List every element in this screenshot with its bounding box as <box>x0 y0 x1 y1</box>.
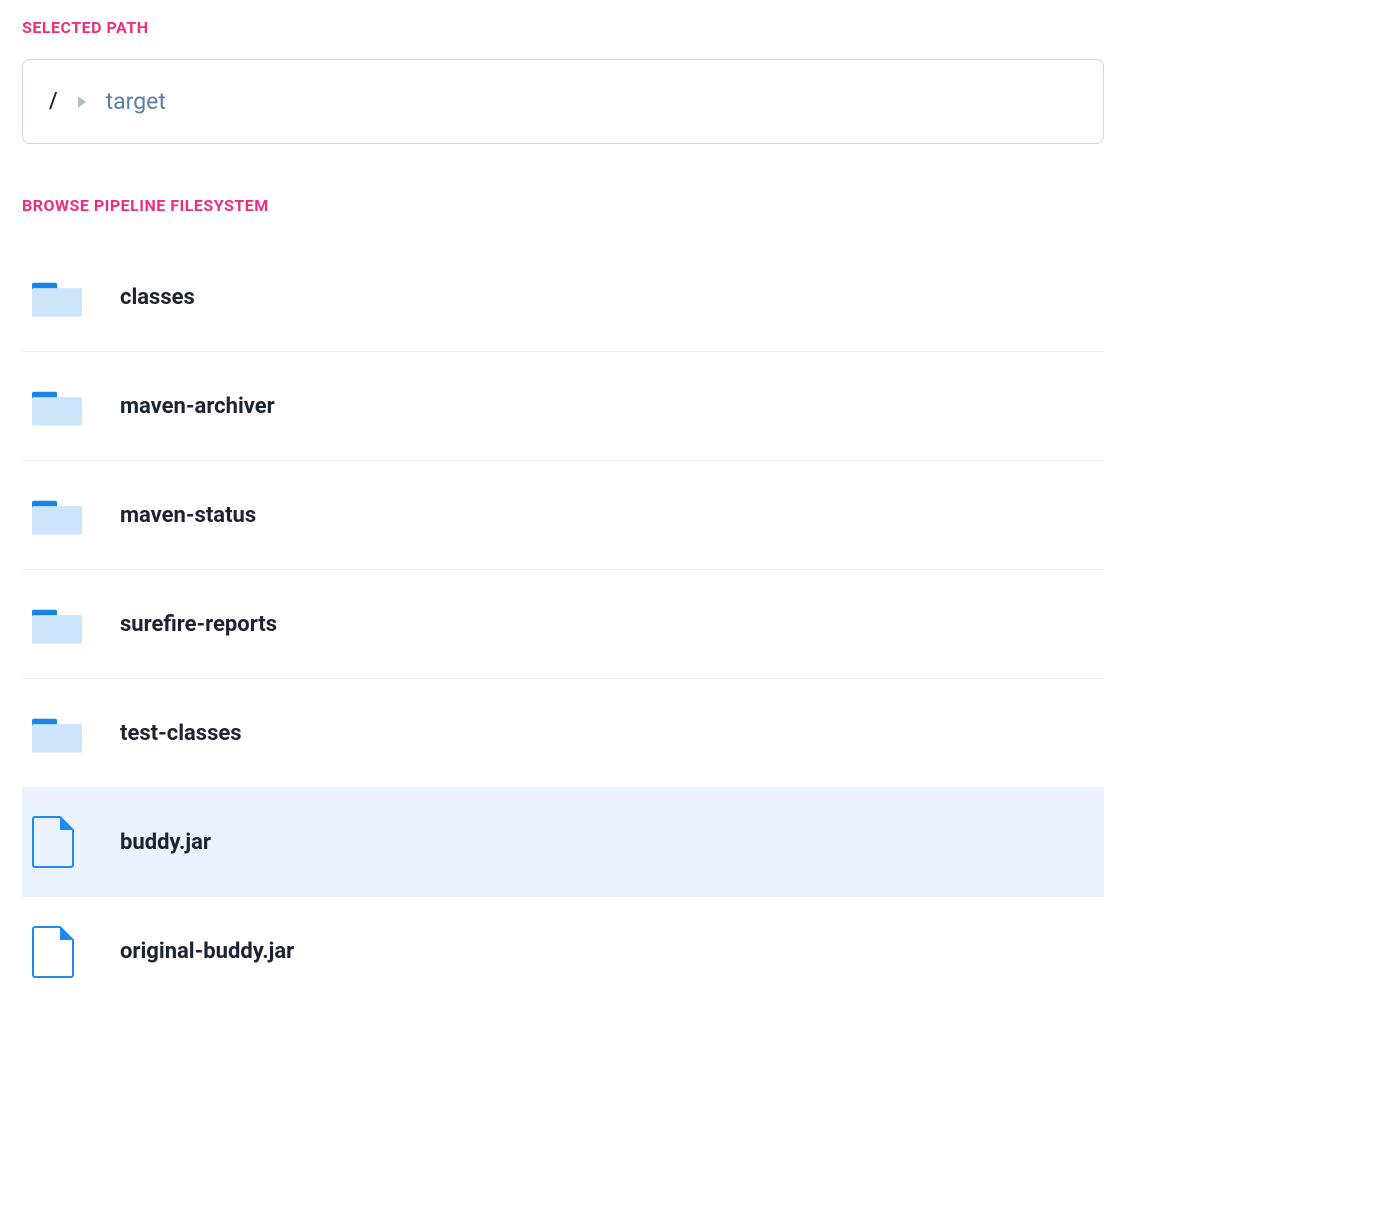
folder-icon <box>32 386 84 426</box>
entry-name: buddy.jar <box>120 830 211 855</box>
entry-name: maven-status <box>120 503 256 528</box>
folder-row[interactable]: classes <box>22 243 1104 352</box>
breadcrumb-current[interactable]: target <box>106 88 166 115</box>
file-icon <box>32 816 84 868</box>
folder-icon <box>32 495 84 535</box>
entry-name: maven-archiver <box>120 394 275 419</box>
browse-filesystem-heading: Browse Pipeline Filesystem <box>22 196 1368 215</box>
breadcrumb-root[interactable]: / <box>49 89 58 114</box>
file-row[interactable]: buddy.jar <box>22 788 1104 897</box>
file-row[interactable]: original-buddy.jar <box>22 897 1104 1006</box>
entry-name: original-buddy.jar <box>120 939 294 964</box>
chevron-right-icon <box>78 96 86 108</box>
folder-row[interactable]: test-classes <box>22 679 1104 788</box>
folder-row[interactable]: surefire-reports <box>22 570 1104 679</box>
entry-name: surefire-reports <box>120 612 277 637</box>
folder-row[interactable]: maven-status <box>22 461 1104 570</box>
file-listing: classes maven-archiver maven-status sure… <box>22 243 1104 1006</box>
file-icon <box>32 926 84 978</box>
selected-path-box: / target <box>22 59 1104 144</box>
selected-path-heading: Selected Path <box>22 18 1368 37</box>
entry-name: test-classes <box>120 721 242 746</box>
folder-icon <box>32 277 84 317</box>
folder-icon <box>32 604 84 644</box>
folder-icon <box>32 713 84 753</box>
entry-name: classes <box>120 285 195 310</box>
folder-row[interactable]: maven-archiver <box>22 352 1104 461</box>
